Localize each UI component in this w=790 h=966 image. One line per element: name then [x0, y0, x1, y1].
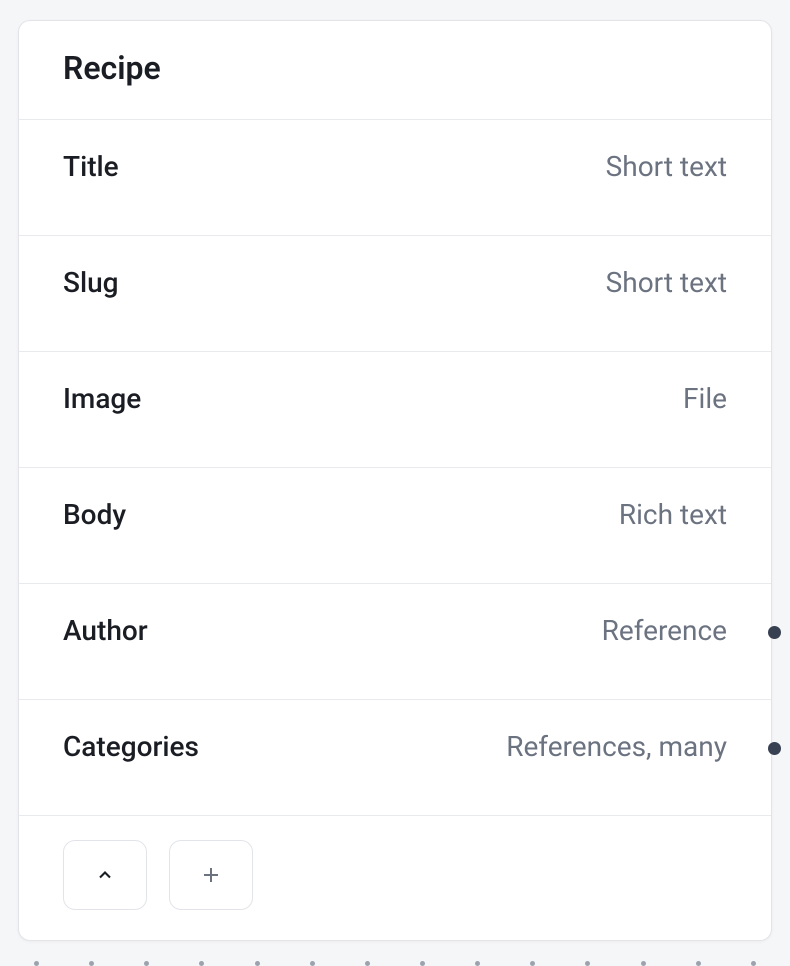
reference-connector-dot	[768, 626, 781, 639]
field-type: Reference	[602, 614, 727, 647]
field-type: References, many	[506, 730, 727, 763]
field-name: Categories	[63, 730, 199, 763]
field-row-categories[interactable]: Categories References, many	[19, 700, 771, 816]
field-type: File	[683, 382, 727, 415]
card-header: Recipe	[19, 21, 771, 120]
reference-connector-dot	[768, 742, 781, 755]
field-row-body[interactable]: Body Rich text	[19, 468, 771, 584]
field-type: Short text	[606, 266, 727, 299]
field-name: Image	[63, 382, 141, 415]
add-field-button[interactable]	[169, 840, 253, 910]
field-name: Body	[63, 498, 126, 531]
field-name: Slug	[63, 266, 119, 299]
field-name: Author	[63, 614, 148, 647]
field-type: Rich text	[619, 498, 727, 531]
canvas-grid-dots	[18, 941, 772, 966]
field-row-title[interactable]: Title Short text	[19, 120, 771, 236]
field-name: Title	[63, 150, 119, 183]
card-title: Recipe	[63, 49, 727, 87]
collapse-button[interactable]	[63, 840, 147, 910]
plus-icon	[199, 863, 223, 887]
content-model-card: Recipe Title Short text Slug Short text …	[18, 20, 772, 941]
card-footer	[19, 816, 771, 940]
field-type: Short text	[606, 150, 727, 183]
field-row-image[interactable]: Image File	[19, 352, 771, 468]
chevron-up-icon	[95, 865, 115, 885]
field-row-slug[interactable]: Slug Short text	[19, 236, 771, 352]
field-row-author[interactable]: Author Reference	[19, 584, 771, 700]
